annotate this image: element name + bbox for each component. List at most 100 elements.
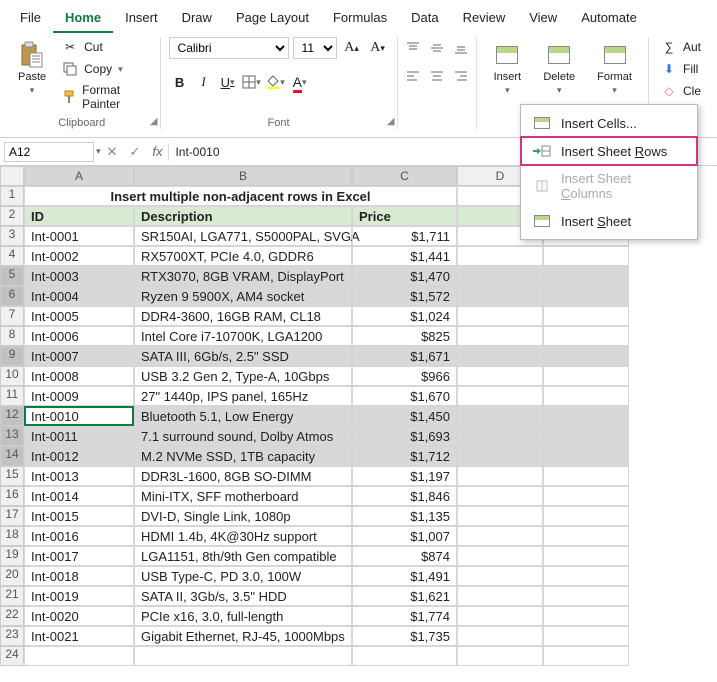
cancel-formula-icon[interactable]: ✕: [101, 144, 124, 160]
align-top-icon[interactable]: [402, 37, 424, 59]
cell[interactable]: $1,774: [352, 606, 457, 626]
italic-button[interactable]: I: [193, 71, 215, 93]
cell[interactable]: [457, 246, 543, 266]
cell[interactable]: $1,711: [352, 226, 457, 246]
insert-sheet-rows-item[interactable]: Insert Sheet Rows: [520, 136, 698, 166]
align-center-icon[interactable]: [426, 65, 448, 87]
menu-tab-data[interactable]: Data: [399, 4, 450, 33]
cell[interactable]: [457, 606, 543, 626]
header-cell[interactable]: Description: [134, 206, 352, 226]
cell[interactable]: Int-0008: [24, 366, 134, 386]
cell[interactable]: SR150AI, LGA771, S5000PAL, SVGA: [134, 226, 352, 246]
cell[interactable]: Bluetooth 5.1, Low Energy: [134, 406, 352, 426]
cell[interactable]: Int-0015: [24, 506, 134, 526]
row-head[interactable]: 8: [0, 326, 24, 346]
row-head[interactable]: 21: [0, 586, 24, 606]
enter-formula-icon[interactable]: ✓: [123, 144, 146, 160]
cell[interactable]: [543, 466, 629, 486]
cell[interactable]: [543, 546, 629, 566]
decrease-font-icon[interactable]: A▾: [367, 37, 389, 59]
cell[interactable]: [457, 386, 543, 406]
row-head[interactable]: 4: [0, 246, 24, 266]
cell[interactable]: [543, 306, 629, 326]
menu-tab-file[interactable]: File: [8, 4, 53, 33]
row-head[interactable]: 6: [0, 286, 24, 306]
format-painter-button[interactable]: Format Painter: [58, 81, 151, 113]
cell[interactable]: $1,671: [352, 346, 457, 366]
cell[interactable]: [457, 266, 543, 286]
font-name-select[interactable]: Calibri: [169, 37, 289, 59]
align-right-icon[interactable]: [450, 65, 472, 87]
cell[interactable]: Int-0006: [24, 326, 134, 346]
cell[interactable]: [457, 426, 543, 446]
cell[interactable]: [543, 566, 629, 586]
cell[interactable]: [457, 446, 543, 466]
insert-cells-item[interactable]: Insert Cells...: [521, 109, 697, 137]
insert-sheet-item[interactable]: Insert Sheet: [521, 207, 697, 235]
cell[interactable]: Int-0010: [24, 406, 134, 426]
cell[interactable]: [457, 546, 543, 566]
borders-button[interactable]: ▾: [241, 71, 263, 93]
cell[interactable]: M.2 NVMe SSD, 1TB capacity: [134, 446, 352, 466]
row-head[interactable]: 20: [0, 566, 24, 586]
delete-button[interactable]: Delete▾: [537, 37, 581, 100]
cell[interactable]: Int-0003: [24, 266, 134, 286]
cell[interactable]: [543, 406, 629, 426]
cell[interactable]: Mini-ITX, SFF motherboard: [134, 486, 352, 506]
align-middle-icon[interactable]: [426, 37, 448, 59]
cell[interactable]: $1,735: [352, 626, 457, 646]
cut-button[interactable]: ✂Cut: [58, 37, 151, 57]
menu-tab-draw[interactable]: Draw: [170, 4, 224, 33]
cell[interactable]: [543, 246, 629, 266]
align-bottom-icon[interactable]: [450, 37, 472, 59]
font-size-select[interactable]: 11: [293, 37, 337, 59]
format-button[interactable]: Format▾: [591, 37, 638, 100]
cell[interactable]: [543, 266, 629, 286]
row-head[interactable]: 14: [0, 446, 24, 466]
align-left-icon[interactable]: [402, 65, 424, 87]
cell[interactable]: Int-0021: [24, 626, 134, 646]
cell[interactable]: [543, 646, 629, 666]
cell[interactable]: $1,450: [352, 406, 457, 426]
copy-button[interactable]: Copy ▾: [58, 59, 151, 79]
menu-tab-view[interactable]: View: [517, 4, 569, 33]
cell[interactable]: $1,712: [352, 446, 457, 466]
cell[interactable]: SATA II, 3Gb/s, 3.5" HDD: [134, 586, 352, 606]
increase-font-icon[interactable]: A▴: [341, 37, 363, 59]
cell[interactable]: [543, 626, 629, 646]
cell[interactable]: $1,024: [352, 306, 457, 326]
cell[interactable]: LGA1151, 8th/9th Gen compatible: [134, 546, 352, 566]
cell[interactable]: [543, 526, 629, 546]
cell[interactable]: Intel Core i7-10700K, LGA1200: [134, 326, 352, 346]
cell[interactable]: Int-0001: [24, 226, 134, 246]
bold-button[interactable]: B: [169, 71, 191, 93]
cell[interactable]: Int-0013: [24, 466, 134, 486]
cell[interactable]: $1,846: [352, 486, 457, 506]
menu-tab-automate[interactable]: Automate: [569, 4, 649, 33]
cell[interactable]: [543, 506, 629, 526]
menu-tab-home[interactable]: Home: [53, 4, 113, 33]
cell[interactable]: [457, 286, 543, 306]
menu-tab-page-layout[interactable]: Page Layout: [224, 4, 321, 33]
cell[interactable]: Int-0009: [24, 386, 134, 406]
cell[interactable]: Int-0020: [24, 606, 134, 626]
cell[interactable]: [24, 646, 134, 666]
cell[interactable]: [543, 486, 629, 506]
row-head[interactable]: 12: [0, 406, 24, 426]
dialog-launcher-icon[interactable]: ◢: [387, 116, 395, 127]
row-head[interactable]: 23: [0, 626, 24, 646]
cell[interactable]: Int-0018: [24, 566, 134, 586]
cell[interactable]: [352, 646, 457, 666]
cell[interactable]: Int-0019: [24, 586, 134, 606]
cell[interactable]: [457, 466, 543, 486]
row-head[interactable]: 9: [0, 346, 24, 366]
cell[interactable]: Ryzen 9 5900X, AM4 socket: [134, 286, 352, 306]
cell[interactable]: [457, 366, 543, 386]
cell[interactable]: $1,441: [352, 246, 457, 266]
cell[interactable]: $1,693: [352, 426, 457, 446]
cell[interactable]: [457, 586, 543, 606]
cell[interactable]: Int-0016: [24, 526, 134, 546]
row-head[interactable]: 24: [0, 646, 24, 666]
clear-button[interactable]: ◇Cle: [657, 81, 705, 101]
cell[interactable]: Int-0014: [24, 486, 134, 506]
